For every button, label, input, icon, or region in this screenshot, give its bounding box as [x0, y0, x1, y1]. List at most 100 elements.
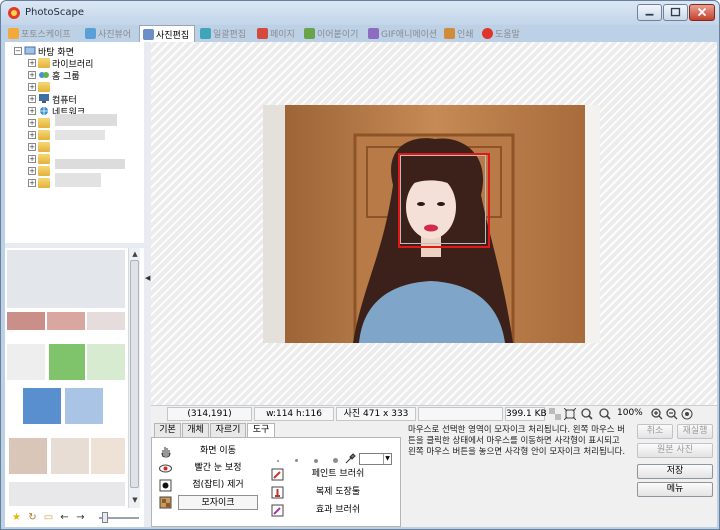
tab-object[interactable]: 개체	[182, 423, 209, 437]
tree-item-folder[interactable]: +	[28, 117, 50, 129]
expand-icon[interactable]: +	[28, 143, 36, 151]
thumbnail[interactable]	[49, 344, 85, 380]
expand-icon[interactable]: +	[28, 155, 36, 163]
expand-icon[interactable]: +	[28, 95, 36, 103]
tab-tools[interactable]: 도구	[247, 423, 275, 438]
thumbnail[interactable]	[7, 250, 125, 308]
tab-crop[interactable]: 자르기	[210, 423, 246, 437]
expand-icon[interactable]: +	[28, 83, 36, 91]
tree-item-computer[interactable]: + 컴퓨터	[28, 93, 77, 106]
zoom-out-icon[interactable]	[666, 408, 678, 420]
tab-combine[interactable]: 이어붙이기	[301, 25, 363, 42]
tree-item-folder[interactable]: +	[28, 129, 50, 141]
brush-size-dot[interactable]	[333, 458, 338, 463]
scroll-down-icon[interactable]: ▼	[131, 496, 139, 504]
thumbnail-scrollbar[interactable]: ▲ ▼	[128, 248, 140, 508]
back-arrow-icon[interactable]: ←	[59, 512, 70, 523]
network-icon	[40, 107, 48, 115]
undo-button[interactable]: 취소	[637, 424, 673, 439]
expand-icon[interactable]: +	[28, 107, 36, 115]
zoom-fit-icon[interactable]	[599, 408, 611, 420]
tab-photoscape[interactable]: 포토스케이프	[5, 25, 79, 42]
tab-label: 사진편집	[156, 31, 190, 41]
spot-icon	[159, 479, 172, 492]
star-icon[interactable]: ★	[11, 512, 22, 523]
mosaic-button[interactable]: 모자이크	[178, 495, 258, 510]
spot-removal-button[interactable]: 점(잡티) 제거	[178, 478, 258, 493]
tab-print[interactable]: 인쇄	[441, 25, 477, 42]
folder-open-icon[interactable]: ▭	[43, 512, 54, 523]
brush-size-dot[interactable]	[314, 459, 318, 463]
maximize-button[interactable]	[663, 4, 688, 21]
transparency-grid-icon[interactable]	[549, 408, 561, 420]
thumbnail[interactable]	[87, 344, 125, 380]
expand-icon[interactable]: +	[28, 167, 36, 175]
vertical-splitter[interactable]: ◀	[144, 42, 151, 527]
slider-knob[interactable]	[102, 512, 108, 523]
scroll-up-icon[interactable]: ▲	[131, 250, 139, 258]
thumbnail[interactable]	[87, 312, 125, 330]
thumbnail[interactable]	[7, 344, 45, 380]
folder-icon	[38, 118, 50, 128]
redo-button[interactable]: 재실행	[677, 424, 713, 439]
thumbnail[interactable]	[91, 438, 125, 474]
expand-icon[interactable]: +	[28, 179, 36, 187]
thumbnail[interactable]	[65, 388, 103, 424]
tree-item-folder[interactable]: +	[28, 165, 50, 177]
expand-icon[interactable]: +	[28, 131, 36, 139]
blurred-label	[55, 114, 117, 126]
photoscape-logo-icon	[8, 7, 20, 19]
zoom-options-icon[interactable]	[681, 408, 693, 420]
fit-screen-icon[interactable]	[564, 408, 576, 420]
expand-icon[interactable]: +	[28, 119, 36, 127]
tree-item-folder[interactable]: +	[28, 177, 50, 189]
tree-item-library[interactable]: + 라이브러리	[28, 57, 93, 70]
red-eye-button[interactable]: 빨간 눈 보정	[178, 461, 258, 476]
refresh-icon[interactable]: ↻	[27, 512, 38, 523]
tree-item-desktop[interactable]: − 바탕 화면	[14, 45, 74, 58]
thumbnail[interactable]	[51, 438, 89, 474]
paint-brush-button[interactable]: 페인트 브러쉬	[290, 467, 386, 482]
collapse-icon[interactable]: −	[14, 47, 22, 55]
eyedropper-icon[interactable]	[344, 452, 357, 465]
zoom-in-icon[interactable]	[651, 408, 663, 420]
thumbnail[interactable]	[9, 438, 47, 474]
thumbnail[interactable]	[7, 312, 45, 330]
minimize-button[interactable]	[637, 4, 662, 21]
tab-batch[interactable]: 일괄편집	[197, 25, 252, 42]
tree-item-folder[interactable]: +	[28, 141, 50, 153]
thumbnail[interactable]	[9, 482, 125, 506]
effect-brush-button[interactable]: 효과 브러쉬	[290, 503, 386, 518]
tree-item-user[interactable]: +	[28, 81, 52, 93]
tab-basic[interactable]: 기본	[154, 423, 181, 437]
tree-item-homegroup[interactable]: + 홈 그룹	[28, 69, 80, 82]
gif-tab-icon	[368, 28, 379, 39]
tab-page[interactable]: 페이지	[254, 25, 299, 42]
tab-viewer[interactable]: 사진뷰어	[82, 25, 137, 42]
clone-stamp-icon	[271, 486, 284, 499]
scrollbar-thumb[interactable]	[130, 260, 139, 488]
thumbnail[interactable]	[47, 312, 85, 330]
thumbnail-list	[5, 248, 144, 508]
save-button[interactable]: 저장	[637, 464, 713, 479]
collapse-arrow-icon[interactable]: ◀	[145, 274, 150, 282]
tab-gif[interactable]: GIF애니메이션	[365, 25, 439, 42]
brush-size-dot[interactable]	[295, 459, 298, 462]
app-window: PhotoScape 포토스케이프 사진뷰어 사진편집 일괄편집 페이지 이어붙…	[0, 0, 720, 530]
close-button[interactable]	[689, 4, 715, 21]
forward-arrow-icon[interactable]: →	[75, 512, 86, 523]
brush-size-dot[interactable]	[277, 460, 279, 462]
tree-item-folder[interactable]: +	[28, 153, 50, 165]
menu-button[interactable]: 메뉴	[637, 482, 713, 497]
tab-editor[interactable]: 사진편집	[139, 25, 195, 43]
close-icon	[697, 7, 707, 17]
actual-size-icon[interactable]	[581, 408, 593, 420]
tab-help[interactable]: 도움말	[479, 25, 525, 42]
clone-stamp-button[interactable]: 복제 도장툴	[290, 485, 386, 500]
thumbnail[interactable]	[23, 388, 61, 424]
expand-icon[interactable]: +	[28, 71, 36, 79]
original-photo-button[interactable]: 원본 사진	[637, 443, 713, 458]
brush-color-picker[interactable]: ▼	[359, 453, 392, 465]
expand-icon[interactable]: +	[28, 59, 36, 67]
move-screen-button[interactable]: 화면 이동	[178, 444, 258, 459]
